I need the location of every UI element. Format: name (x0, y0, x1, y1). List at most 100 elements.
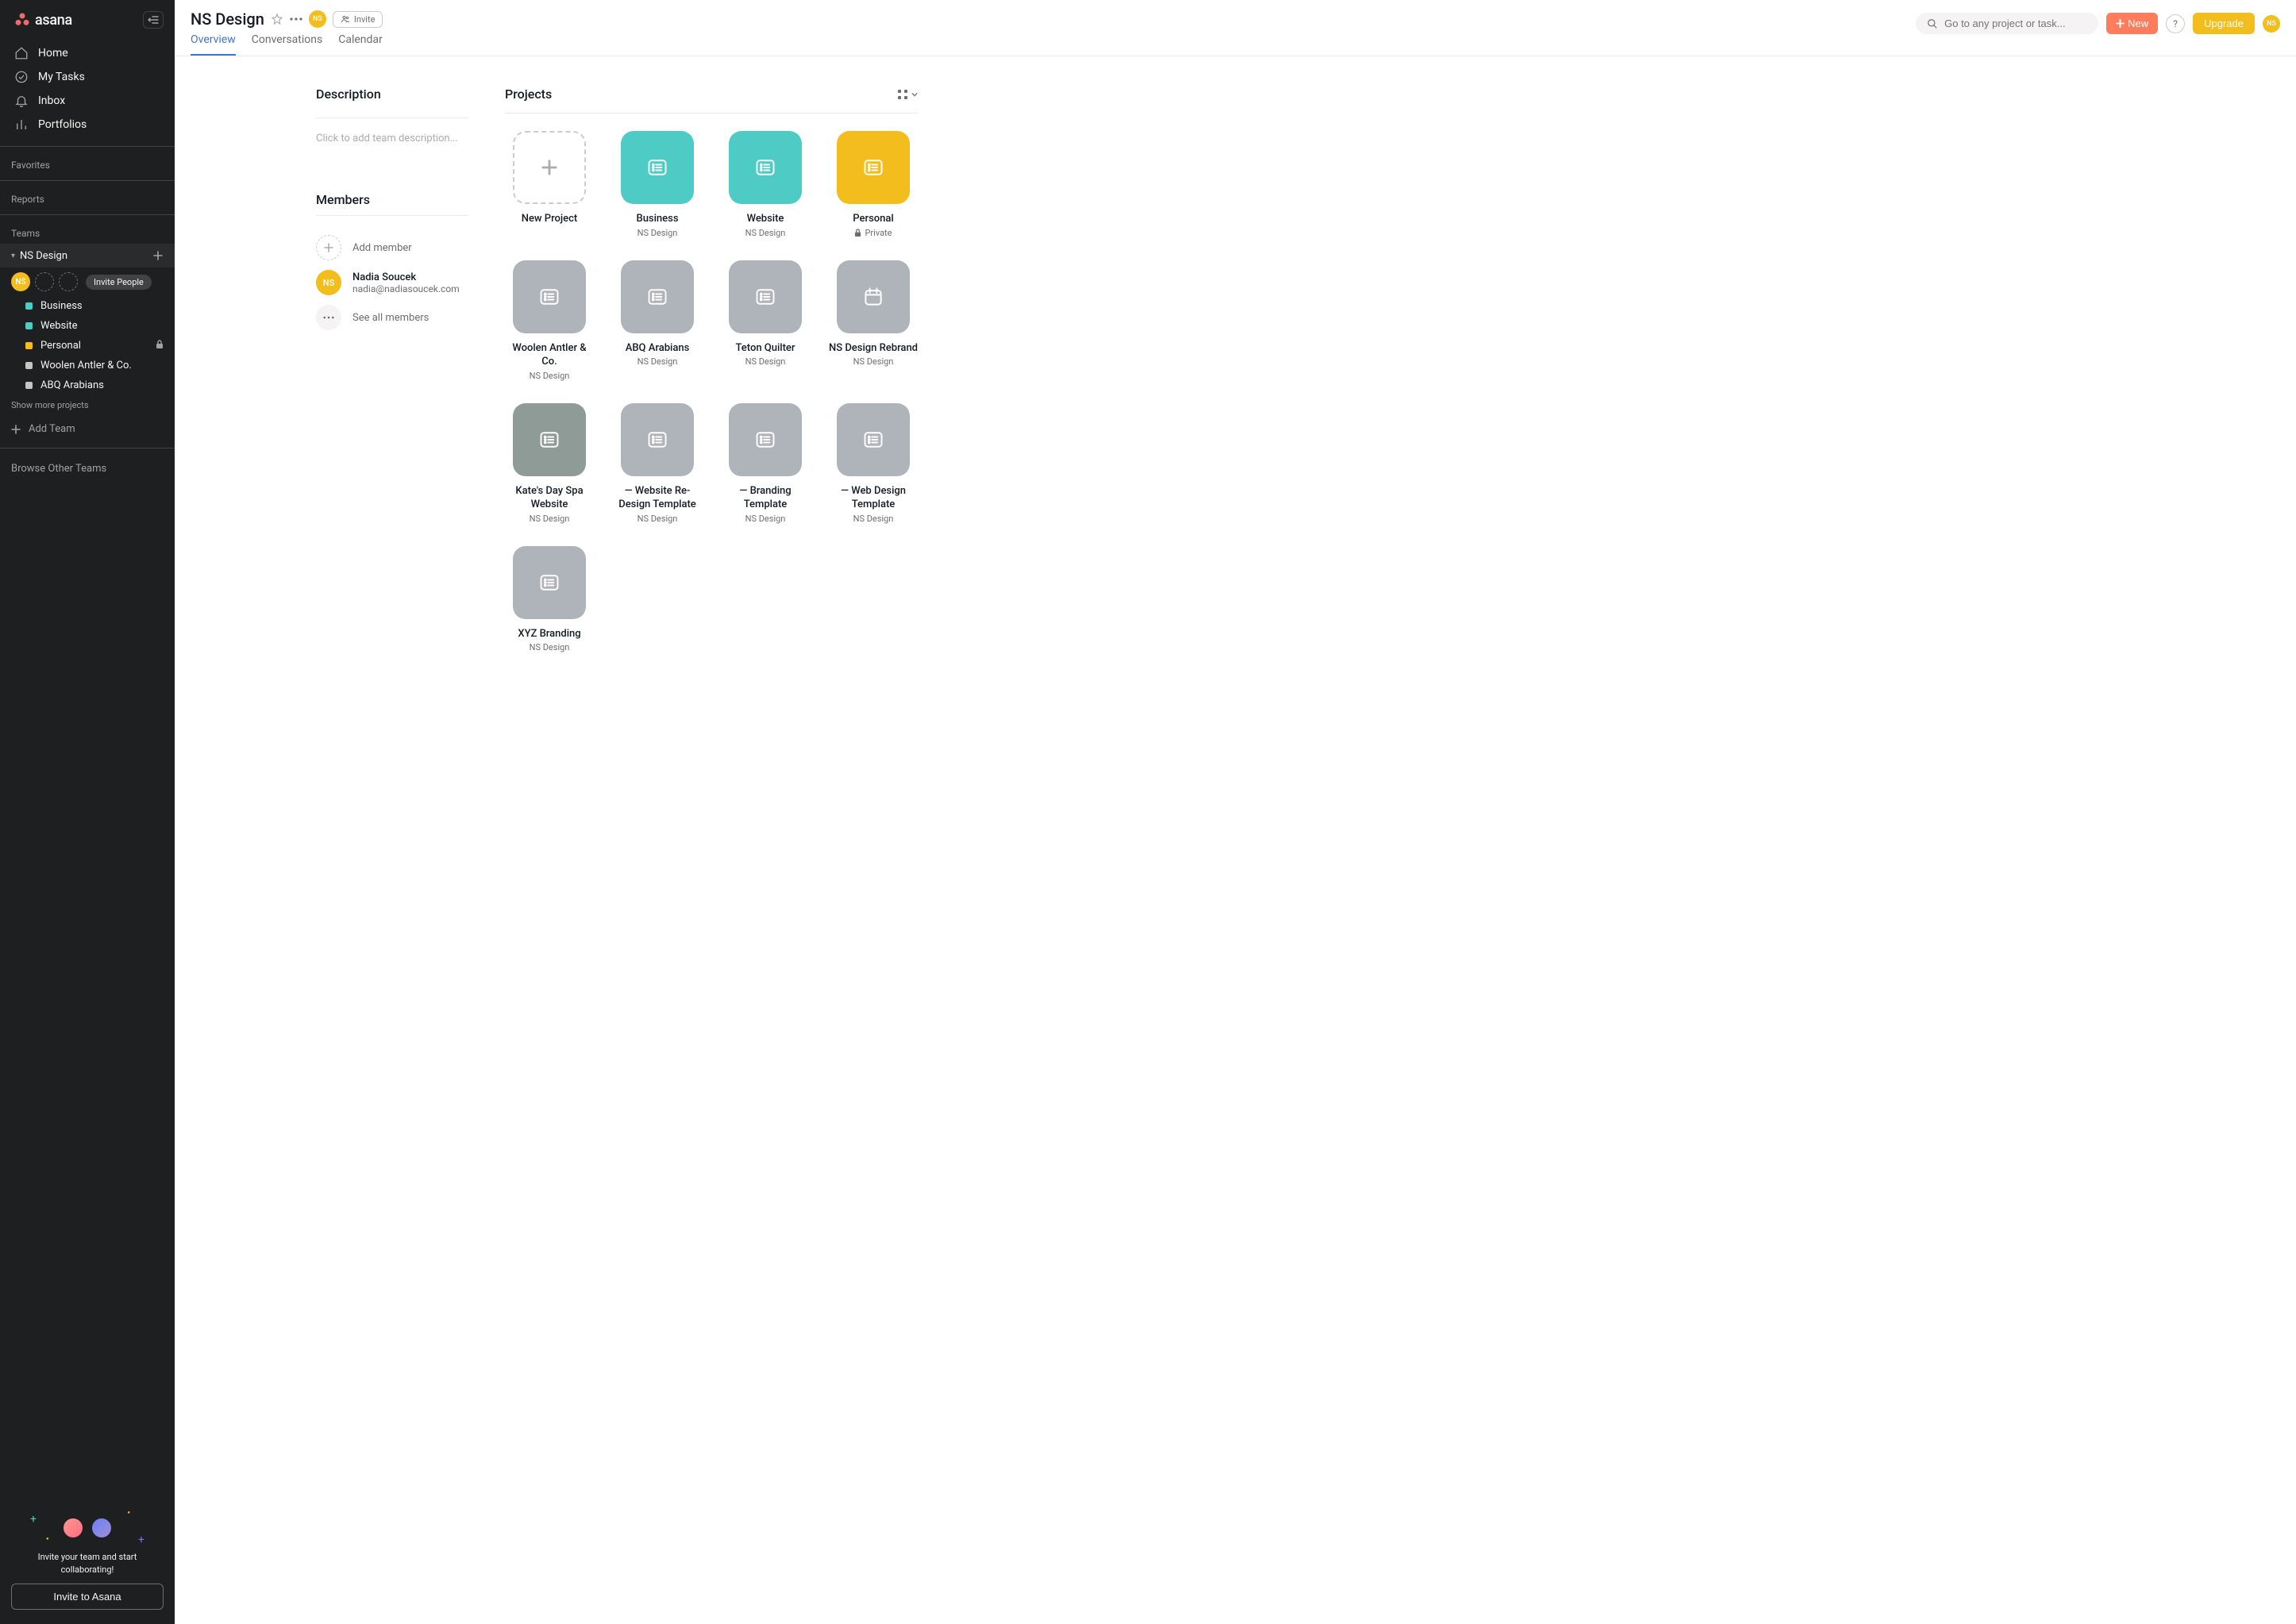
add-team-button[interactable]: Add Team (0, 415, 175, 443)
tabs: Overview Conversations Calendar (191, 33, 383, 56)
nav-inbox[interactable]: Inbox (0, 89, 175, 113)
team-avatar[interactable]: NS (309, 10, 326, 28)
project-subtitle: NS Design (530, 514, 570, 524)
page-title: NS Design (191, 10, 264, 29)
empty-avatar-slot[interactable] (59, 272, 78, 291)
help-button[interactable]: ? (2166, 14, 2185, 33)
nav-portfolios[interactable]: Portfolios (0, 113, 175, 137)
project-tile (837, 131, 910, 204)
bell-icon (14, 94, 29, 108)
tab-conversations[interactable]: Conversations (252, 33, 322, 56)
favorites-header[interactable]: Favorites (0, 152, 175, 175)
projects-heading: Projects (505, 87, 552, 102)
browse-teams-link[interactable]: Browse Other Teams (0, 453, 175, 484)
project-color-dot (25, 382, 33, 389)
upgrade-button[interactable]: Upgrade (2193, 13, 2255, 34)
project-subtitle: NS Design (853, 514, 894, 524)
divider (0, 180, 175, 181)
project-card[interactable]: — Website Re-Design Template NS Design (613, 403, 702, 524)
sidebar-project-item[interactable]: Business (0, 296, 175, 316)
project-card[interactable]: XYZ BrandingNS Design (505, 546, 594, 653)
project-card[interactable]: Kate's Day Spa WebsiteNS Design (505, 403, 594, 524)
more-icon (316, 305, 341, 330)
project-tile (837, 403, 910, 476)
reports-header[interactable]: Reports (0, 186, 175, 210)
collapse-sidebar-button[interactable] (143, 11, 164, 29)
nav-home[interactable]: Home (0, 41, 175, 65)
add-project-icon[interactable] (151, 248, 165, 263)
show-more-projects[interactable]: Show more projects (0, 395, 175, 415)
project-label: Woolen Antler & Co. (40, 360, 132, 371)
search-input[interactable] (1944, 17, 2087, 29)
plus-icon (2116, 19, 2125, 28)
search-box[interactable] (1916, 13, 2098, 34)
project-card[interactable]: NS Design RebrandNS Design (829, 260, 918, 381)
sidebar-project-item[interactable]: Website (0, 316, 175, 336)
project-card[interactable]: PersonalPrivate (829, 131, 918, 238)
sidebar-project-list: Business WebsitePersonal Woolen Antler & C… (0, 296, 175, 395)
project-tile (837, 260, 910, 333)
add-team-label: Add Team (29, 423, 75, 435)
team-row[interactable]: ▾ NS Design (0, 244, 175, 267)
sparkle-icon: + (138, 1534, 144, 1546)
logo[interactable]: asana (14, 12, 72, 29)
project-card[interactable]: — Branding TemplateNS Design (721, 403, 810, 524)
collapse-icon (148, 16, 159, 24)
add-member-button[interactable]: Add member (316, 230, 468, 265)
user-avatar[interactable]: NS (2263, 15, 2280, 33)
tab-overview[interactable]: Overview (191, 33, 236, 56)
more-button[interactable] (290, 17, 302, 21)
people-icon (341, 14, 350, 24)
project-tile (621, 131, 694, 204)
project-subtitle: NS Design (638, 514, 678, 524)
sidebar: asana Home My Tasks Inbox Portfolios (0, 0, 175, 1624)
tab-calendar[interactable]: Calendar (338, 33, 383, 56)
sidebar-project-item[interactable]: Personal (0, 336, 175, 356)
sidebar-project-item[interactable]: ABQ Arabians (0, 375, 175, 395)
project-name: — Website Re-Design Template (613, 484, 702, 512)
project-card[interactable]: Website NS Design (721, 131, 810, 238)
project-subtitle: NS Design (638, 356, 678, 367)
project-card[interactable]: Teton QuilterNS Design (721, 260, 810, 381)
project-subtitle: NS Design (745, 228, 786, 238)
invite-to-asana-button[interactable]: Invite to Asana (11, 1584, 164, 1610)
view-toggle-button[interactable] (897, 89, 918, 100)
star-button[interactable] (271, 13, 283, 25)
member-row[interactable]: NS Nadia Soucek nadia@nadiasoucek.com (316, 265, 468, 300)
project-card[interactable]: — Web Design TemplateNS Design (829, 403, 918, 524)
project-name: — Branding Template (721, 484, 810, 512)
project-subtitle: NS Design (530, 371, 570, 381)
sparkle-icon: + (30, 1513, 37, 1526)
project-name: Business (636, 212, 678, 226)
see-all-members-button[interactable]: See all members (316, 300, 468, 335)
nav-label: My Tasks (38, 71, 85, 83)
promo-avatar (91, 1517, 113, 1539)
project-card[interactable]: Woolen Antler & Co.NS Design (505, 260, 594, 381)
project-card[interactable]: ABQ ArabiansNS Design (613, 260, 702, 381)
project-card[interactable]: BusinessNS Design (613, 131, 702, 238)
logo-text: asana (35, 12, 72, 29)
invite-people-button[interactable]: Invite People (86, 275, 152, 290)
avatar: NS (316, 270, 341, 295)
project-color-dot (25, 342, 33, 349)
project-label: Business (40, 300, 83, 312)
empty-avatar-slot[interactable] (35, 272, 54, 291)
add-member-label: Add member (352, 242, 412, 254)
project-name: New Project (522, 212, 578, 226)
primary-nav: Home My Tasks Inbox Portfolios (0, 37, 175, 141)
new-button[interactable]: New (2106, 13, 2158, 34)
avatar[interactable]: NS (11, 272, 30, 291)
project-tile (729, 403, 802, 476)
invite-button[interactable]: Invite (333, 11, 383, 28)
project-tile (513, 546, 586, 619)
project-subtitle: NS Design (853, 356, 894, 367)
project-color-dot (25, 362, 33, 369)
team-name: NS Design (20, 250, 67, 262)
logo-icon (14, 12, 30, 28)
description-input[interactable]: Click to add team description... (316, 133, 468, 144)
project-name: Website (747, 212, 784, 226)
project-tile (729, 260, 802, 333)
sidebar-project-item[interactable]: Woolen Antler & Co. (0, 356, 175, 375)
new-project-card[interactable]: New Project (505, 131, 594, 238)
nav-my-tasks[interactable]: My Tasks (0, 65, 175, 89)
